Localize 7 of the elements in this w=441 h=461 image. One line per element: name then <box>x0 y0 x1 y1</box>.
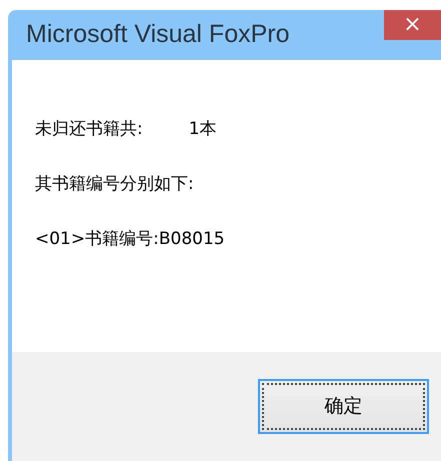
count-text: 1本 <box>188 118 217 140</box>
ok-button[interactable]: 确定 <box>258 379 429 434</box>
message-text: 其书籍编号分别如下: <box>35 173 194 196</box>
close-button[interactable]: × <box>384 10 441 40</box>
message-text: 未归还书籍共: <box>35 118 143 140</box>
window-title: Microsoft Visual FoxPro <box>25 19 290 49</box>
message-text: <01>书籍编号:B08015 <box>35 228 225 250</box>
